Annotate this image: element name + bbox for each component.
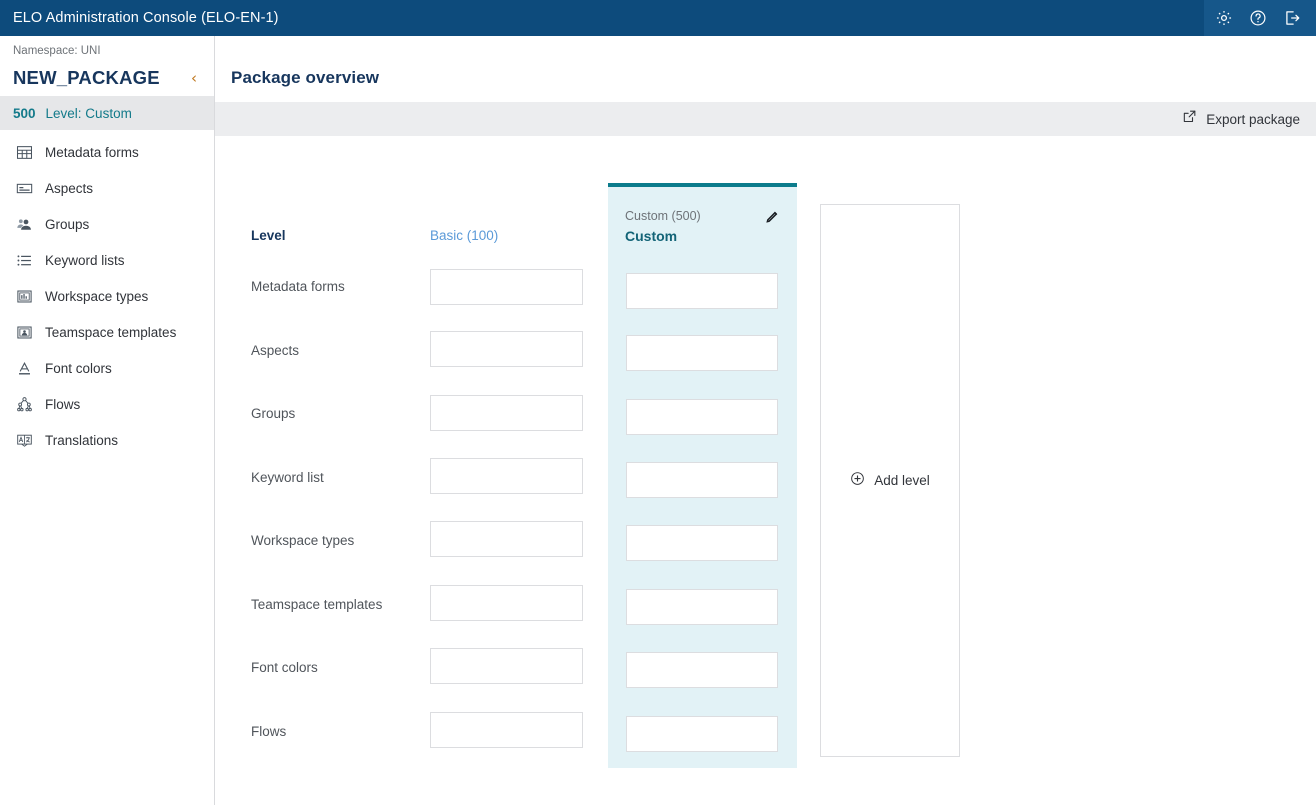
sidebar-nav-list: Metadata forms Aspects Groups Keyword li…	[0, 131, 214, 458]
app-title: ELO Administration Console (ELO-EN-1)	[13, 10, 279, 26]
sidebar-item-label: Teamspace templates	[45, 324, 177, 340]
export-package-button[interactable]: Export package	[1174, 102, 1316, 137]
basic-cell-metadata-forms[interactable]	[430, 269, 583, 305]
plus-circle-icon	[850, 471, 865, 491]
matrix-level-header-label: Level	[251, 228, 286, 243]
custom-cell-groups[interactable]	[626, 399, 778, 435]
add-level-button[interactable]: Add level	[850, 471, 930, 491]
sidebar-item-teamspace-templates[interactable]: Teamspace templates	[0, 314, 214, 350]
add-level-panel[interactable]: Add level	[820, 204, 960, 757]
sidebar-selected-level[interactable]: 500 Level: Custom	[0, 96, 214, 131]
matrix-row-label-flows: Flows	[251, 724, 287, 739]
external-link-icon	[1182, 109, 1197, 129]
font-color-icon	[13, 357, 35, 379]
sidebar-level-number: 500	[13, 105, 36, 121]
basic-cell-font-colors[interactable]	[430, 648, 583, 684]
sidebar-item-workspace-types[interactable]: Workspace types	[0, 278, 214, 314]
content-toolbar: Export package	[215, 102, 1316, 137]
sidebar-item-groups[interactable]: Groups	[0, 206, 214, 242]
matrix-column-custom-500[interactable]: Custom (500) Custom	[608, 183, 797, 768]
custom-cell-workspace-types[interactable]	[626, 525, 778, 561]
matrix-row-label-keyword-list: Keyword list	[251, 470, 324, 485]
custom-column-name: Custom	[625, 228, 678, 244]
matrix-row-label-workspace-types: Workspace types	[251, 533, 355, 548]
flow-icon	[13, 393, 35, 415]
table-icon	[13, 141, 35, 163]
page-title: Package overview	[231, 68, 380, 87]
basic-cell-keyword-list[interactable]	[430, 458, 583, 494]
matrix-row-label-teamspace-templates: Teamspace templates	[251, 597, 383, 612]
app-header-actions	[1204, 0, 1316, 36]
sidebar-item-keyword-lists[interactable]: Keyword lists	[0, 242, 214, 278]
matrix-row-label-font-colors: Font colors	[251, 660, 318, 675]
add-level-label: Add level	[874, 473, 930, 488]
sidebar-level-label: Level: Custom	[45, 105, 132, 121]
sidebar-item-metadata-forms[interactable]: Metadata forms	[0, 134, 214, 170]
package-header: NEW_PACKAGE ‹	[0, 58, 214, 96]
teamspace-icon	[13, 321, 35, 343]
custom-cell-teamspace-templates[interactable]	[626, 589, 778, 625]
matrix-row-label-metadata-forms: Metadata forms	[251, 279, 345, 294]
sidebar-item-label: Keyword lists	[45, 252, 125, 268]
sidebar-item-label: Groups	[45, 216, 90, 232]
basic-cell-workspace-types[interactable]	[430, 521, 583, 557]
list-icon	[13, 249, 35, 271]
custom-cell-metadata-forms[interactable]	[626, 273, 778, 309]
sidebar-item-aspects[interactable]: Aspects	[0, 170, 214, 206]
sidebar-item-label: Workspace types	[45, 288, 149, 304]
translations-icon	[13, 429, 35, 451]
custom-cell-aspects[interactable]	[626, 335, 778, 371]
basic-cell-teamspace-templates[interactable]	[430, 585, 583, 621]
sidebar-item-translations[interactable]: Translations	[0, 422, 214, 458]
app-header-bar: ELO Administration Console (ELO-EN-1)	[0, 0, 1316, 36]
card-icon	[13, 177, 35, 199]
workspace-icon	[13, 285, 35, 307]
basic-cell-groups[interactable]	[430, 395, 583, 431]
sidebar-item-font-colors[interactable]: Font colors	[0, 350, 214, 386]
matrix-row-label-aspects: Aspects	[251, 343, 300, 358]
matrix-row-label-groups: Groups	[251, 406, 296, 421]
users-icon	[13, 213, 35, 235]
custom-cell-font-colors[interactable]	[626, 652, 778, 688]
export-package-label: Export package	[1206, 111, 1300, 127]
basic-cell-flows[interactable]	[430, 712, 583, 748]
sidebar-item-label: Flows	[45, 396, 81, 412]
custom-column-key: Custom (500)	[625, 209, 701, 223]
settings-icon[interactable]	[1210, 4, 1238, 32]
sidebar-item-label: Translations	[45, 432, 119, 448]
custom-column-header: Custom (500)	[625, 209, 780, 224]
help-icon[interactable]	[1244, 4, 1272, 32]
matrix-column-header-basic-100[interactable]: Basic (100)	[430, 228, 498, 243]
logout-icon[interactable]	[1278, 4, 1306, 32]
sidebar: Namespace: UNI NEW_PACKAGE ‹ 500 Level: …	[0, 36, 215, 805]
sidebar-item-label: Font colors	[45, 360, 112, 376]
basic-cell-aspects[interactable]	[430, 331, 583, 367]
main-content: Package overview Export package Level Me…	[215, 36, 1316, 805]
custom-cell-flows[interactable]	[626, 716, 778, 752]
level-matrix: Level Metadata forms Aspects Groups Keyw…	[215, 137, 1316, 805]
namespace-label: Namespace: UNI	[13, 45, 101, 57]
pencil-icon[interactable]	[764, 209, 780, 225]
custom-cell-keyword-list[interactable]	[626, 462, 778, 498]
sidebar-item-flows[interactable]: Flows	[0, 386, 214, 422]
collapse-sidebar-chevron-icon[interactable]: ‹	[191, 70, 197, 86]
package-name: NEW_PACKAGE	[13, 67, 160, 88]
sidebar-item-label: Aspects	[45, 180, 94, 196]
sidebar-item-label: Metadata forms	[45, 144, 139, 160]
